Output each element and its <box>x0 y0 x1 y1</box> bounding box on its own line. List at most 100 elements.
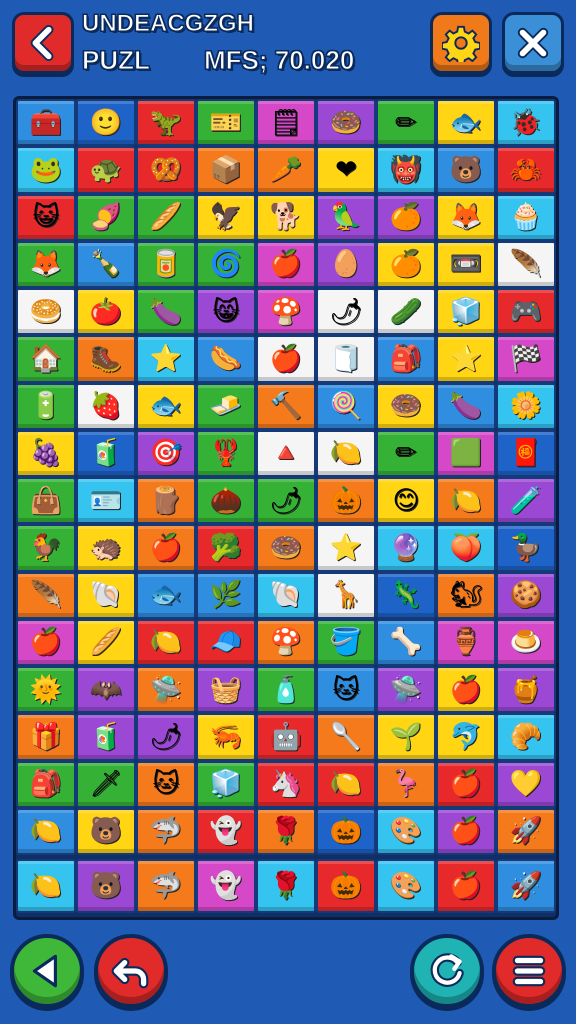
puzzle-tile[interactable]: 🦅 <box>196 193 256 241</box>
puzzle-tile[interactable]: 🐢 <box>76 146 136 194</box>
puzzle-tile[interactable]: 🏁 <box>496 335 556 383</box>
puzzle-tile[interactable]: 👜 <box>16 477 76 525</box>
puzzle-tile[interactable]: 🐻 <box>436 146 496 194</box>
puzzle-tile[interactable]: 🧊 <box>196 760 256 808</box>
puzzle-tile[interactable]: 🥖 <box>136 193 196 241</box>
puzzle-tile[interactable]: 🌀 <box>196 240 256 288</box>
puzzle-tile[interactable]: 🐿 <box>436 571 496 619</box>
puzzle-tile[interactable]: 🦴 <box>376 618 436 666</box>
puzzle-tile[interactable]: 🍪 <box>496 571 556 619</box>
puzzle-tile[interactable]: 🍎 <box>256 240 316 288</box>
puzzle-tile[interactable]: 🌹 <box>256 859 316 913</box>
puzzle-tile[interactable]: 🦎 <box>376 571 436 619</box>
puzzle-tile[interactable]: 🦩 <box>376 760 436 808</box>
puzzle-tile[interactable]: 🚀 <box>496 859 556 913</box>
puzzle-tile[interactable]: 📦 <box>196 146 256 194</box>
puzzle-tile[interactable]: ⭐ <box>316 524 376 572</box>
back-button[interactable] <box>12 12 74 74</box>
puzzle-tile[interactable]: 🧴 <box>256 666 316 714</box>
puzzle-tile[interactable]: 🎮 <box>496 288 556 336</box>
puzzle-tile[interactable]: 🪶 <box>16 571 76 619</box>
puzzle-tile[interactable]: 🥄 <box>316 713 376 761</box>
puzzle-tile[interactable]: 🍇 <box>16 429 76 477</box>
puzzle-tile[interactable]: 📼 <box>436 240 496 288</box>
puzzle-tile[interactable]: 🌰 <box>196 477 256 525</box>
puzzle-tile[interactable]: 🌞 <box>16 666 76 714</box>
undo-button[interactable] <box>94 934 168 1008</box>
puzzle-tile[interactable]: 🐓 <box>16 524 76 572</box>
puzzle-tile[interactable]: 🦔 <box>76 524 136 572</box>
puzzle-tile[interactable]: 🍋 <box>16 859 76 913</box>
puzzle-tile[interactable]: 🌶 <box>256 477 316 525</box>
puzzle-tile[interactable]: 🧰 <box>16 99 76 147</box>
puzzle-tile[interactable]: 🤖 <box>256 713 316 761</box>
puzzle-tile[interactable]: 🧻 <box>316 335 376 383</box>
puzzle-tile[interactable]: 🐟 <box>136 571 196 619</box>
puzzle-tile[interactable]: 🍭 <box>316 382 376 430</box>
puzzle-tile[interactable]: 🎁 <box>16 713 76 761</box>
puzzle-tile[interactable]: 🥒 <box>376 288 436 336</box>
puzzle-tile[interactable]: 🦈 <box>136 807 196 855</box>
puzzle-tile[interactable]: 🦀 <box>496 146 556 194</box>
settings-button[interactable] <box>430 12 492 74</box>
puzzle-tile[interactable]: 🦜 <box>316 193 376 241</box>
puzzle-tile[interactable]: 🐱 <box>316 666 376 714</box>
puzzle-tile[interactable]: 🐞 <box>496 99 556 147</box>
puzzle-tile[interactable]: 🐱 <box>136 760 196 808</box>
puzzle-tile[interactable]: 🐻 <box>76 859 136 913</box>
puzzle-tile[interactable]: 🍎 <box>436 807 496 855</box>
puzzle-tile[interactable]: ✏ <box>376 99 436 147</box>
puzzle-tile[interactable]: 🟩 <box>436 429 496 477</box>
puzzle-tile[interactable]: 🦖 <box>136 99 196 147</box>
puzzle-tile[interactable]: 😺 <box>16 193 76 241</box>
puzzle-tile[interactable]: 🍊 <box>376 240 436 288</box>
puzzle-tile[interactable]: ✏ <box>376 429 436 477</box>
refresh-button[interactable] <box>410 934 484 1008</box>
puzzle-tile[interactable]: 🔋 <box>16 382 76 430</box>
puzzle-tile[interactable]: 🍑 <box>436 524 496 572</box>
puzzle-tile[interactable]: 🐻 <box>76 807 136 855</box>
puzzle-tile[interactable]: 🍩 <box>316 99 376 147</box>
puzzle-tile[interactable]: 🥫 <box>136 240 196 288</box>
puzzle-tile[interactable]: 🚀 <box>496 807 556 855</box>
puzzle-tile[interactable]: 🍋 <box>316 429 376 477</box>
puzzle-tile[interactable]: 🐟 <box>136 382 196 430</box>
puzzle-tile[interactable]: 🎯 <box>136 429 196 477</box>
puzzle-tile[interactable]: 🎃 <box>316 807 376 855</box>
puzzle-tile[interactable]: 🥚 <box>316 240 376 288</box>
puzzle-tile[interactable]: 🍮 <box>496 618 556 666</box>
puzzle-tile[interactable]: 🍎 <box>436 859 496 913</box>
puzzle-tile[interactable]: 🎃 <box>316 477 376 525</box>
puzzle-tile[interactable]: 🥐 <box>496 713 556 761</box>
puzzle-tile[interactable]: 🍩 <box>256 524 316 572</box>
puzzle-tile[interactable]: 🦈 <box>136 859 196 913</box>
puzzle-tile[interactable]: 🥯 <box>16 288 76 336</box>
puzzle-tile[interactable]: 🧃 <box>76 713 136 761</box>
puzzle-tile[interactable]: 🍋 <box>436 477 496 525</box>
puzzle-tile[interactable]: 🐸 <box>16 146 76 194</box>
puzzle-tile[interactable]: 🍎 <box>436 666 496 714</box>
puzzle-tile[interactable]: 🏺 <box>436 618 496 666</box>
puzzle-tile[interactable]: 🎨 <box>376 807 436 855</box>
puzzle-tile[interactable]: 🥦 <box>196 524 256 572</box>
puzzle-tile[interactable]: 🎫 <box>196 99 256 147</box>
puzzle-tile[interactable]: 🧢 <box>196 618 256 666</box>
puzzle-tile[interactable]: 🌼 <box>496 382 556 430</box>
puzzle-tile[interactable]: 🔨 <box>256 382 316 430</box>
puzzle-tile[interactable]: 🌹 <box>256 807 316 855</box>
puzzle-tile[interactable]: ⭐ <box>436 335 496 383</box>
puzzle-tile[interactable]: 🦐 <box>196 713 256 761</box>
puzzle-tile[interactable]: 🗡 <box>76 760 136 808</box>
puzzle-tile[interactable]: 🎒 <box>16 760 76 808</box>
puzzle-tile[interactable]: 🪣 <box>316 618 376 666</box>
puzzle-tile[interactable]: 🍄 <box>256 288 316 336</box>
puzzle-tile[interactable]: 🐬 <box>436 713 496 761</box>
puzzle-tile[interactable]: 🍎 <box>436 760 496 808</box>
puzzle-tile[interactable]: 🌿 <box>196 571 256 619</box>
puzzle-tile[interactable]: 🦇 <box>76 666 136 714</box>
puzzle-tile[interactable]: 🥕 <box>256 146 316 194</box>
puzzle-tile[interactable]: 🐚 <box>76 571 136 619</box>
puzzle-tile[interactable]: 🧺 <box>196 666 256 714</box>
puzzle-tile[interactable]: 🌶 <box>316 288 376 336</box>
puzzle-tile[interactable]: 🧃 <box>76 429 136 477</box>
